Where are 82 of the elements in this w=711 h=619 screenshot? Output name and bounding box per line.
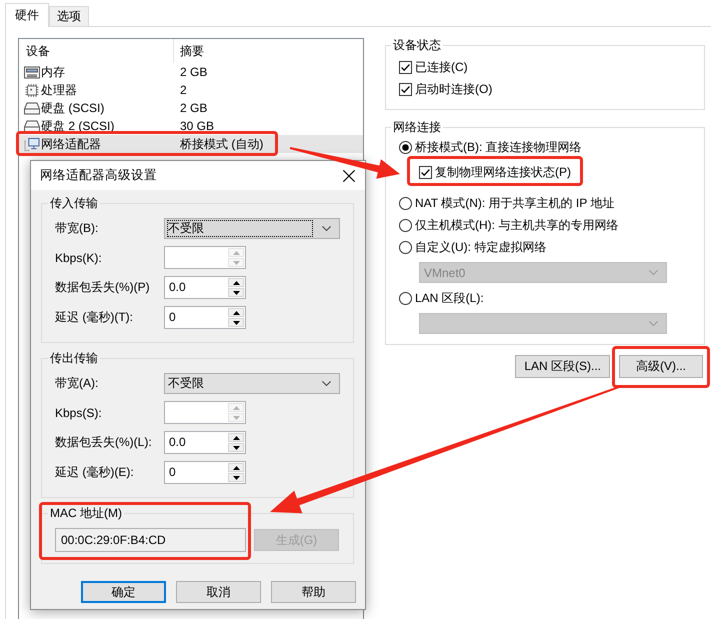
field-label: 延迟 (毫秒)(E): [55, 464, 135, 481]
group-title: MAC 地址(M) [49, 506, 123, 520]
button[interactable]: 帮助 [271, 581, 356, 603]
memory-module-icon [24, 66, 40, 78]
down-arrow-icon [232, 290, 240, 294]
checkbox[interactable]: 复制物理网络连接状态(P) [419, 161, 571, 183]
down-arrow-icon [232, 416, 240, 420]
field-label: 带宽(A): [55, 375, 100, 392]
dropdown[interactable]: 不受限 [164, 218, 340, 239]
down-arrow-icon [232, 320, 240, 324]
radio-button[interactable]: 仅主机模式(H): 与主机共享的专用网络 [399, 214, 618, 236]
spin-down-button[interactable] [228, 318, 244, 327]
device-summary: 2 [180, 83, 187, 97]
spin-down-button[interactable] [228, 443, 244, 452]
device-row[interactable]: 内存 2 GB [19, 63, 363, 81]
field-label: 带宽(B): [55, 220, 100, 237]
device-summary: 2 GB [180, 101, 208, 115]
button[interactable]: 高级(V)... [619, 355, 703, 378]
button[interactable]: LAN 区段(S)... [515, 355, 610, 378]
down-arrow-icon [232, 476, 240, 480]
radio-button[interactable]: NAT 模式(N): 用于共享主机的 IP 地址 [399, 192, 614, 214]
device-name: 网络适配器 [41, 136, 102, 152]
tab[interactable]: 硬件 [5, 3, 49, 27]
spin-up-button[interactable] [228, 433, 244, 442]
field-label: 数据包丢失(%)(L): [55, 434, 153, 451]
up-arrow-icon [232, 406, 240, 410]
field-label: 延迟 (毫秒)(T): [55, 309, 134, 326]
device-summary: 桥接模式 (自动) [180, 136, 264, 152]
close-icon [343, 170, 355, 182]
tab[interactable]: 选项 [49, 6, 89, 26]
device-row[interactable]: 网络适配器 桥接模式 (自动) [19, 135, 363, 153]
spinner-field[interactable]: 0.0 [164, 431, 246, 454]
caret-icon [322, 381, 331, 386]
hard-drive-icon [24, 120, 40, 132]
device-row[interactable]: 硬盘 (SCSI) 2 GB [19, 99, 363, 117]
network-computers-icon [24, 138, 40, 150]
checkbox[interactable]: 已连接(C) [399, 56, 468, 78]
hard-drive-icon [24, 102, 40, 114]
radio-button[interactable]: 自定义(U): 特定虚拟网络 [399, 236, 546, 258]
spinner-field[interactable]: 0 [164, 306, 246, 329]
device-name: 内存 [41, 64, 66, 80]
caret-icon [322, 226, 331, 231]
field-label: 数据包丢失(%)(P) [55, 279, 151, 296]
dropdown[interactable]: 不受限 [164, 373, 340, 394]
spin-down-button[interactable] [228, 473, 244, 482]
spinner-field[interactable]: 0.0 [164, 276, 246, 299]
up-arrow-icon [232, 250, 240, 254]
radio-button[interactable]: 桥接模式(B): 直接连接物理网络 [399, 136, 582, 158]
group-title: 网络连接 [392, 120, 442, 134]
spin-up-button[interactable] [228, 278, 244, 287]
spinner-field[interactable]: 0 [164, 461, 246, 484]
column-header[interactable]: 设备 [19, 39, 174, 63]
mac-address-field[interactable]: 00:0C:29:0F:B4:CD [55, 528, 246, 552]
device-name: 处理器 [41, 82, 78, 98]
device-row[interactable]: 处理器 2 [19, 81, 363, 99]
up-arrow-icon [232, 436, 240, 440]
device-summary: 30 GB [180, 119, 214, 133]
column-header[interactable]: 摘要 [174, 42, 204, 60]
close-button[interactable] [343, 170, 355, 182]
field-label: Kbps(K): [55, 250, 103, 264]
spin-up-button[interactable] [228, 463, 244, 472]
group-title: 传出传输 [49, 351, 99, 365]
up-arrow-icon [232, 466, 240, 470]
radio-button[interactable]: LAN 区段(L): [399, 287, 484, 309]
button[interactable]: 取消 [176, 581, 261, 603]
device-name: 硬盘 (SCSI) [41, 100, 106, 116]
chip-icon [24, 84, 40, 96]
caret-icon [649, 270, 658, 275]
group-title: 传入传输 [49, 196, 99, 210]
down-arrow-icon [232, 446, 240, 450]
device-summary: 2 GB [180, 65, 208, 79]
button[interactable]: 确定 [81, 581, 166, 603]
spin-up-button[interactable] [228, 308, 244, 317]
dialog-title: 网络适配器高级设置 [40, 167, 157, 184]
group-title: 设备状态 [392, 38, 442, 52]
up-arrow-icon [232, 310, 240, 314]
spin-down-button[interactable] [228, 288, 244, 297]
checkbox[interactable]: 启动时连接(O) [399, 78, 492, 100]
down-arrow-icon [232, 260, 240, 264]
caret-icon [649, 321, 658, 326]
field-label: Kbps(S): [55, 406, 103, 420]
up-arrow-icon [232, 280, 240, 284]
